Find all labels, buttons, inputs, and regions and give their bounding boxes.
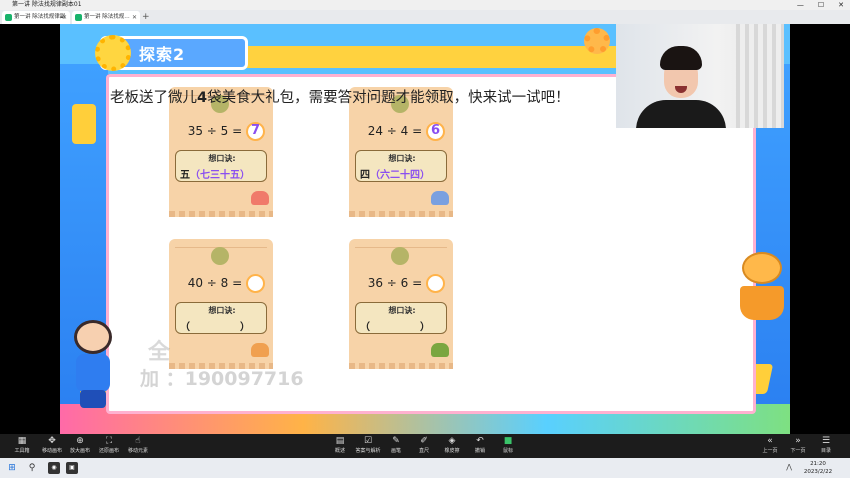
boy-head (74, 320, 112, 354)
bag-equation: 35 ÷ 5 = 7 (169, 122, 265, 141)
answer-circle[interactable] (246, 274, 265, 293)
equation-text: 24 ÷ 4 = (367, 124, 423, 138)
rhyme-hint-title: 想口诀: (388, 306, 416, 315)
minimize-button[interactable]: — (797, 0, 804, 10)
watermark: 全 (148, 340, 171, 365)
system-tray-icon[interactable]: ⋀ (786, 463, 792, 471)
gear-icon (584, 28, 610, 54)
tab-close-icon[interactable]: ✕ (132, 11, 137, 24)
menu-icon: ☰ (821, 436, 831, 446)
move-element-button[interactable]: ☝ 移动元素 (120, 435, 156, 457)
button-label: 移动元素 (127, 448, 148, 454)
cat-head (742, 252, 782, 284)
cat-mascot (738, 246, 786, 324)
close-window-button[interactable]: ✕ (838, 0, 844, 10)
presentation-stage: 35 ÷ 5 = 7 想口诀: 五（七三十五） 24 ÷ 4 = 6 想口诀: … (0, 24, 850, 434)
section-badge-label: 探索2 (139, 45, 186, 64)
window-controls: — ☐ ✕ (797, 0, 844, 10)
tab-label: 第一讲 除法找规… (84, 14, 130, 20)
headline-text: 老板送了微儿 (110, 90, 197, 106)
app-icon (5, 14, 12, 21)
button-label: 鼠标 (502, 448, 513, 454)
mouse-button[interactable]: ■ 鼠标 (490, 435, 526, 457)
rhyme-prefix: 四 (360, 170, 370, 181)
button-label: 目录 (820, 448, 831, 454)
rhyme-hint-box: 想口诀: （ ） (175, 302, 267, 334)
maximize-button[interactable]: ☐ (818, 0, 824, 10)
bag-handle-hole (211, 247, 229, 265)
rhyme-hint-title: 想口诀: (208, 154, 236, 163)
rhyme-text: （ ） (360, 322, 430, 333)
equation-text: 35 ÷ 5 = (187, 124, 243, 138)
burger-icon (251, 191, 269, 205)
headline-text: 袋美食大礼包，需要答对问题才能领取，快来试一试吧！ (207, 90, 570, 106)
rhyme-text: （六二十四） (370, 170, 430, 181)
rhyme-prefix: 五 (180, 170, 190, 181)
teacher-webcam (616, 24, 784, 128)
rhyme-hint-title: 想口诀: (388, 154, 416, 163)
window-titlebar: 第一讲 除法找规律副本01 — ☐ ✕ (0, 0, 850, 10)
answer-circle[interactable] (426, 274, 445, 293)
windows-taskbar: ⊞ ⚲ ◉ ▣ ⋀ 21:20 2023/2/22 (0, 458, 850, 478)
cat-basket (740, 286, 784, 320)
rhyme-hint-line: （ ） (360, 318, 446, 333)
rhyme-hint-title: 想口诀: (208, 306, 236, 315)
rhyme-hint-line: （ ） (180, 318, 266, 333)
bottom-toolbar: ▦ 工具箱 ✥ 移动画布 ⊕ 放大画布 ⛶ 还原画布 ☝ 移动元素 ▤ 概述 ☑… (0, 434, 850, 458)
yellow-pipe-decoration (72, 104, 96, 144)
watermark: 加 ：190097716 (140, 368, 304, 390)
gift-bag-3: 40 ÷ 8 = 想口诀: （ ） (169, 239, 273, 369)
search-icon[interactable]: ⚲ (26, 462, 38, 474)
taskbar-clock[interactable]: 21:20 2023/2/22 (796, 460, 840, 476)
gift-bag-4: 36 ÷ 6 = 想口诀: （ ） (349, 239, 453, 369)
rhyme-hint-box: 想口诀: 五（七三十五） (175, 150, 267, 182)
bag-equation: 40 ÷ 8 = (169, 274, 265, 293)
rhyme-text: （ ） (180, 322, 250, 333)
mouse-icon: ■ (503, 436, 513, 446)
burger-icon (431, 191, 449, 205)
rhyme-hint-box: 想口诀: 四（六二十四） (355, 150, 447, 182)
boy-body (76, 354, 110, 392)
app-icon (75, 14, 82, 21)
bag-equation: 36 ÷ 6 = (349, 274, 445, 293)
boy-mascot (66, 314, 120, 409)
answer-circle[interactable]: 7 (246, 122, 265, 141)
boy-legs (80, 390, 106, 408)
start-icon[interactable]: ⊞ (6, 462, 18, 474)
rhyme-text: （七三十五） (190, 170, 250, 181)
rhyme-hint-line: 五（七三十五） (180, 166, 266, 181)
bag-handle-hole (391, 247, 409, 265)
taskbar-app-icon[interactable]: ▣ (66, 462, 78, 474)
equation-text: 36 ÷ 6 = (367, 276, 423, 290)
window-title: 第一讲 除法找规律副本01 (12, 1, 82, 8)
tab-lesson-1[interactable]: 第一讲 除法找规律副本01 ✕ (2, 11, 70, 33)
tab-close-icon[interactable]: ✕ (62, 11, 67, 24)
hand-pointer-icon: ☝ (135, 436, 141, 446)
question-headline: 老板送了微儿4袋美食大礼包，需要答对问题才能领取，快来试一试吧！ (110, 86, 650, 107)
headline-number: 4 (197, 90, 208, 106)
answer-circle[interactable]: 6 (426, 122, 445, 141)
taskbar-app-icon[interactable]: ◉ (48, 462, 60, 474)
tab-lesson-2[interactable]: 第一讲 除法找规… ✕ (72, 11, 140, 24)
sun-gear-icon (95, 35, 131, 71)
rhyme-hint-box: 想口诀: （ ） (355, 302, 447, 334)
webcam-background (736, 24, 784, 128)
teacher-figure (660, 46, 702, 70)
rhyme-hint-line: 四（六二十四） (360, 166, 446, 181)
bag-equation: 24 ÷ 4 = 6 (349, 122, 445, 141)
equation-text: 40 ÷ 8 = (187, 276, 243, 290)
clock-date: 2023/2/22 (803, 469, 833, 475)
section-badge: 探索2 (95, 35, 248, 71)
tab-strip: 第一讲 除法找规律副本01 ✕ 第一讲 除法找规… ✕ + (0, 10, 850, 33)
table-of-contents-button[interactable]: ☰ 目录 (808, 435, 844, 457)
burger-icon (251, 343, 269, 357)
burger-icon (431, 343, 449, 357)
teacher-figure (636, 100, 726, 128)
new-tab-button[interactable]: + (142, 10, 150, 24)
clock-time: 21:20 (810, 461, 826, 467)
